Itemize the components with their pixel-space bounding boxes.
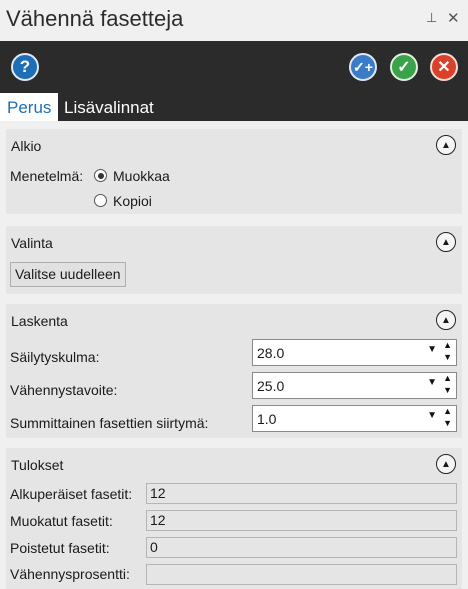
radio-kopioi-label: Kopioi (113, 193, 152, 209)
field-label: Vähennystavoite: (10, 382, 118, 398)
radio-kopioi[interactable] (94, 194, 107, 207)
toolbar: ? ✓+ ✓ ✕ (0, 41, 468, 93)
collapse-up-icon[interactable]: ▲ (436, 454, 456, 474)
field-label: Vähennysprosentti: (10, 566, 130, 582)
method-label: Menetelmä: (10, 168, 84, 184)
spin-down-icon[interactable]: ▼ (443, 418, 452, 428)
tab-perus[interactable]: Perus (0, 93, 58, 121)
window-title: Vähennä fasetteja (6, 6, 184, 31)
spin-up-icon[interactable]: ▲ (443, 406, 452, 416)
reselect-button[interactable]: Valitse uudelleen (10, 262, 126, 287)
ok-check-icon[interactable]: ✓ (390, 53, 418, 81)
field-label: Alkuperäiset fasetit: (10, 486, 133, 502)
spin-down-icon[interactable]: ▼ (443, 385, 452, 395)
spin-up-icon[interactable]: ▲ (443, 373, 452, 383)
section-title: Laskenta (11, 313, 68, 329)
close-icon[interactable]: ✕ (447, 9, 460, 27)
dropdown-arrow-icon[interactable]: ▼ (427, 410, 437, 421)
apply-and-continue-icon[interactable]: ✓+ (349, 53, 377, 81)
dropdown-arrow-icon[interactable]: ▼ (427, 344, 437, 355)
field-label: Muokatut fasetit: (10, 513, 113, 529)
tab-lisavalinnat[interactable]: Lisävalinnat (64, 93, 154, 121)
pin-icon[interactable]: ⊥ (426, 10, 437, 26)
original-facets-value: 12 (146, 483, 457, 504)
field-label: Säilytyskulma: (10, 349, 100, 365)
dropdown-arrow-icon[interactable]: ▼ (427, 377, 437, 388)
cancel-x-icon[interactable]: ✕ (430, 53, 458, 81)
title-bar: Vähennä fasetteja ⊥ ✕ (0, 0, 468, 41)
section-alkio: Alkio ▲ Menetelmä: Muokkaa Kopioi (6, 129, 462, 214)
removed-facets-value: 0 (146, 537, 457, 558)
modified-facets-value: 12 (146, 510, 457, 531)
field-label: Summittainen fasettien siirtymä: (10, 415, 209, 431)
section-title: Alkio (11, 138, 42, 154)
facet-offset-spinbox[interactable]: 1.0 ▼ ▲ ▼ (252, 405, 457, 432)
section-tulokset: Tulokset ▲ Alkuperäiset fasetit: 12 Muok… (6, 448, 462, 589)
spin-value: 1.0 (257, 411, 277, 427)
section-laskenta: Laskenta ▲ Säilytyskulma: 28.0 ▼ ▲ ▼ Väh… (6, 304, 462, 438)
help-icon[interactable]: ? (11, 53, 39, 81)
collapse-up-icon[interactable]: ▲ (436, 310, 456, 330)
collapse-up-icon[interactable]: ▲ (436, 135, 456, 155)
reduction-target-spinbox[interactable]: 25.0 ▼ ▲ ▼ (252, 372, 457, 399)
radio-muokkaa-label: Muokkaa (113, 168, 170, 184)
radio-muokkaa[interactable] (94, 169, 107, 182)
spin-value: 28.0 (257, 345, 285, 361)
tab-bar: Perus Lisävalinnat (0, 93, 468, 121)
spin-value: 25.0 (257, 378, 285, 394)
section-title: Valinta (11, 235, 53, 251)
spin-up-icon[interactable]: ▲ (443, 340, 452, 350)
angle-spinbox[interactable]: 28.0 ▼ ▲ ▼ (252, 339, 457, 366)
reduction-percent-value (146, 564, 457, 585)
field-label: Poistetut fasetit: (10, 540, 110, 556)
spin-down-icon[interactable]: ▼ (443, 352, 452, 362)
section-valinta: Valinta ▲ Valitse uudelleen (6, 226, 462, 294)
section-title: Tulokset (11, 457, 64, 473)
collapse-up-icon[interactable]: ▲ (436, 232, 456, 252)
